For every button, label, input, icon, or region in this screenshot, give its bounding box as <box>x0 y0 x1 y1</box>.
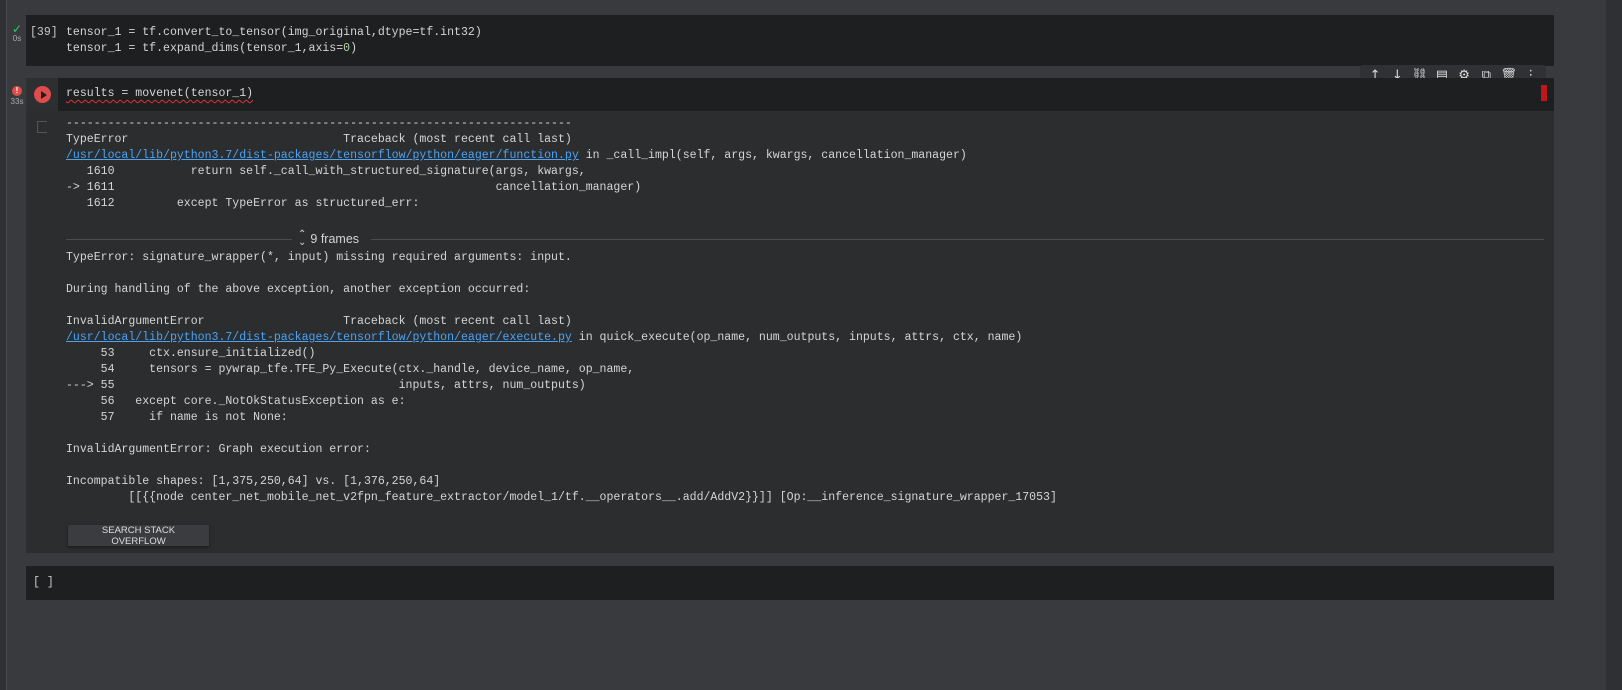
divider <box>371 239 1544 240</box>
cell-duration: 0s <box>12 34 22 43</box>
traceback-line: InvalidArgumentError: Graph execution er… <box>66 443 371 456</box>
execution-count: [39] <box>30 26 58 39</box>
execution-count: [ ] <box>33 576 54 589</box>
traceback-line: 1612 except TypeError as structured_err: <box>66 197 420 210</box>
code-line: tensor_1 = tf.expand_dims(tensor_1,axis=… <box>66 41 482 57</box>
traceback-line: 53 ctx.ensure_initialized() <box>66 347 316 360</box>
code-line: tensor_1 = tf.convert_to_tensor(img_orig… <box>66 25 482 41</box>
frames-label: 9 frames <box>310 232 360 246</box>
scrollbar[interactable] <box>1606 0 1622 690</box>
play-icon <box>34 86 51 103</box>
code-text: ) <box>350 42 358 55</box>
left-border <box>0 0 7 690</box>
code-cell-1[interactable]: [39] tensor_1 = tf.convert_to_tensor(img… <box>26 15 1554 66</box>
traceback-block-1: ----------------------------------------… <box>66 116 967 212</box>
cell-duration: 33s <box>10 97 24 106</box>
traceback-line: 54 tensors = pywrap_tfe.TFE_Py_Execute(c… <box>66 363 635 376</box>
traceback-line: ​ <box>66 458 1057 474</box>
cell-1-status: ✓ 0s <box>7 22 27 44</box>
traceback-text: in _call_impl(self, args, kwargs, cancel… <box>578 149 967 162</box>
divider <box>66 239 292 240</box>
traceback-line: During handling of the above exception, … <box>66 283 531 296</box>
traceback-line: 1610 return self._call_with_structured_s… <box>66 165 586 178</box>
traceback-line: ---> 55 inputs, attrs, num_outputs) <box>66 379 586 392</box>
error-marker <box>1541 85 1547 101</box>
traceback-line: 56 except core._NotOkStatusException as … <box>66 395 406 408</box>
traceback-line: InvalidArgumentError Traceback (most rec… <box>66 315 572 328</box>
file-link[interactable]: /usr/local/lib/python3.7/dist-packages/t… <box>66 331 572 344</box>
traceback-line: ----------------------------------------… <box>66 117 572 130</box>
unfold-icon: ⌃ ⌄ <box>298 229 307 248</box>
traceback-line: Incompatible shapes: [1,375,250,64] vs. … <box>66 475 441 488</box>
output-icon <box>37 121 47 133</box>
traceback-line: TypeError Traceback (most recent call la… <box>66 133 572 146</box>
traceback-line: TypeError: signature_wrapper(*, input) m… <box>66 251 572 264</box>
traceback-line: ​ <box>66 266 1057 282</box>
expand-frames-toggle[interactable]: ⌃ ⌄ 9 frames <box>298 229 360 248</box>
traceback-line: ​ <box>66 426 1057 442</box>
code-text: tensor_1 = tf.convert_to_tensor(img_orig… <box>66 26 482 39</box>
traceback-line: /usr/local/lib/python3.7/dist-packages/t… <box>66 330 1057 346</box>
check-icon: ✓ <box>11 22 23 36</box>
file-link[interactable]: /usr/local/lib/python3.7/dist-packages/t… <box>66 149 579 162</box>
traceback-text: in quick_execute(op_name, num_outputs, i… <box>571 331 1023 344</box>
error-icon: ! <box>12 86 22 96</box>
traceback-line: 57 if name is not None: <box>66 411 288 424</box>
code-text: tensor_1 = tf.expand_dims(tensor_1,axis= <box>66 42 344 55</box>
traceback-line: ​ <box>66 298 1057 314</box>
code-editor[interactable]: results = movenet(tensor_1) <box>66 86 253 102</box>
cell-output: ----------------------------------------… <box>26 111 1554 553</box>
traceback-line: -> 1611 cancellation_manager) <box>66 181 642 194</box>
traceback-block-2: TypeError: signature_wrapper(*, input) m… <box>66 250 1057 506</box>
code-cell-3[interactable]: [ ] <box>26 566 1554 600</box>
code-editor[interactable]: tensor_1 = tf.convert_to_tensor(img_orig… <box>66 25 482 57</box>
cell-2-status: ! 33s <box>7 86 27 107</box>
code-text: results = movenet(tensor_1) <box>66 87 254 100</box>
traceback-line: [[{{node center_net_mobile_net_v2fpn_fea… <box>66 491 1057 504</box>
run-button[interactable] <box>26 78 58 111</box>
traceback-line: /usr/local/lib/python3.7/dist-packages/t… <box>66 148 967 164</box>
code-cell-2[interactable]: results = movenet(tensor_1) <box>26 78 1554 111</box>
collapsed-frames[interactable]: ⌃ ⌄ 9 frames <box>66 229 1544 248</box>
search-stack-overflow-button[interactable]: SEARCH STACK OVERFLOW <box>68 525 209 547</box>
